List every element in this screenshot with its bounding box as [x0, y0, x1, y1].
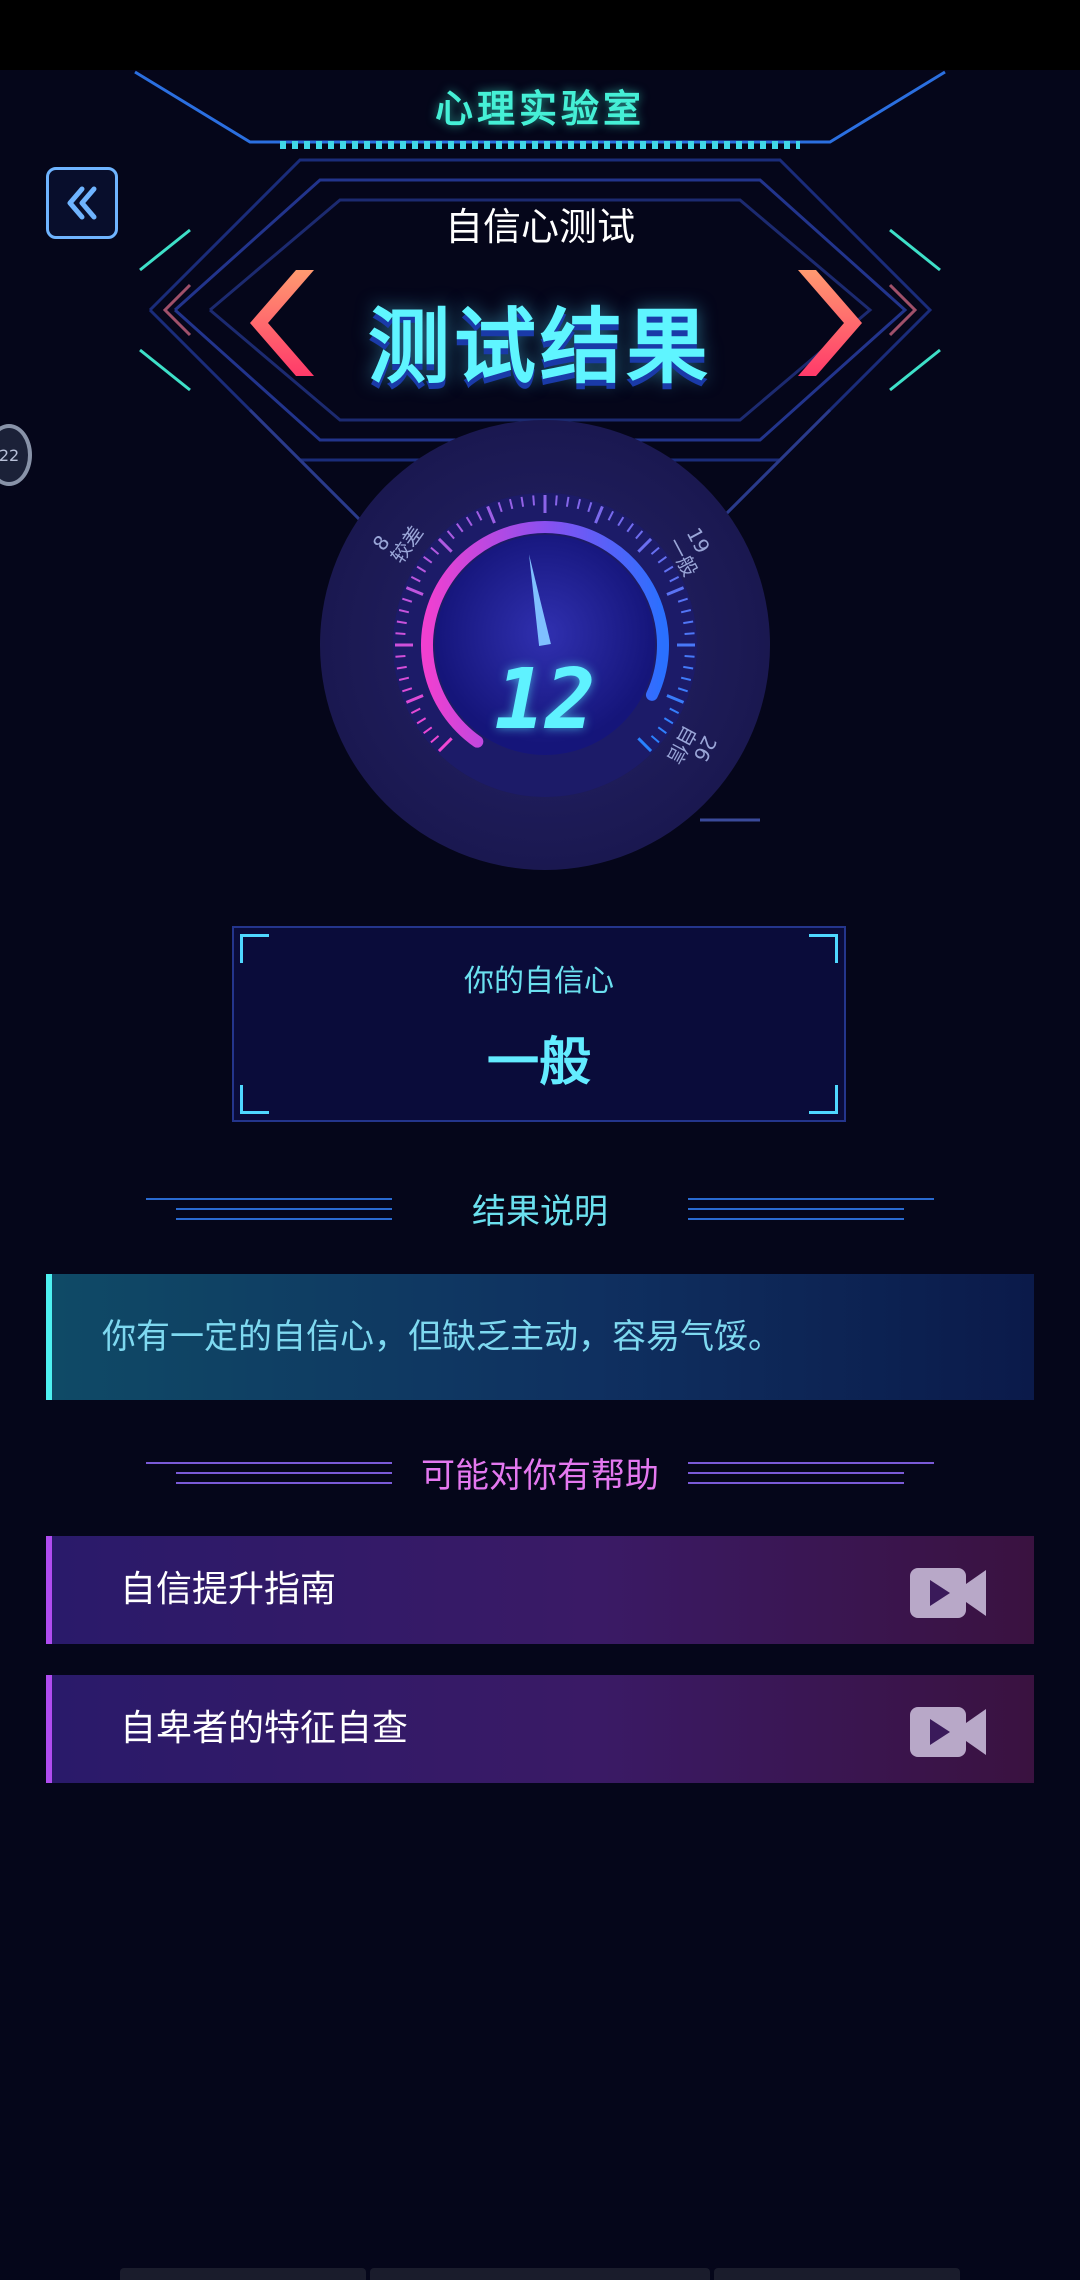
- help-item-confidence-guide[interactable]: 自信提升指南: [46, 1536, 1034, 1644]
- video-icon: [910, 1568, 986, 1618]
- bottom-tab[interactable]: [370, 2268, 710, 2280]
- result-card: 你的自信心 一般: [232, 926, 846, 1122]
- bottom-tab[interactable]: [714, 2268, 960, 2280]
- video-icon: [910, 1707, 986, 1757]
- test-name: 自信心测试: [444, 205, 635, 249]
- help-item-label: 自卑者的特征自查: [120, 1708, 409, 1749]
- score-gauge: 8 较差 19 一般 26 自信 12: [320, 420, 770, 870]
- result-card-value: 一般: [486, 1033, 591, 1093]
- help-item-inferiority-check[interactable]: 自卑者的特征自查: [46, 1675, 1034, 1783]
- explanation-text: 你有一定的自信心，但缺乏主动，容易气馁。: [102, 1317, 782, 1357]
- result-card-label: 你的自信心: [464, 964, 614, 999]
- gauge-tick: [554, 495, 558, 506]
- result-title: 测试结果: [367, 300, 712, 395]
- floating-badge-text: 22: [0, 445, 20, 465]
- bottom-tab[interactable]: [120, 2268, 366, 2280]
- gauge-tick: [684, 632, 695, 636]
- section-divider-right: [688, 1454, 934, 1490]
- section-divider-right: [688, 1190, 934, 1226]
- explanation-box: 你有一定的自信心，但缺乏主动，容易气馁。: [46, 1274, 1034, 1400]
- gauge-score: 12: [494, 650, 596, 748]
- help-item-label: 自信提升指南: [120, 1569, 337, 1610]
- gauge-dial: [320, 420, 770, 870]
- gauge-tick: [532, 495, 536, 506]
- gauge-tick: [395, 632, 406, 636]
- lab-title: 心理实验室: [434, 87, 645, 131]
